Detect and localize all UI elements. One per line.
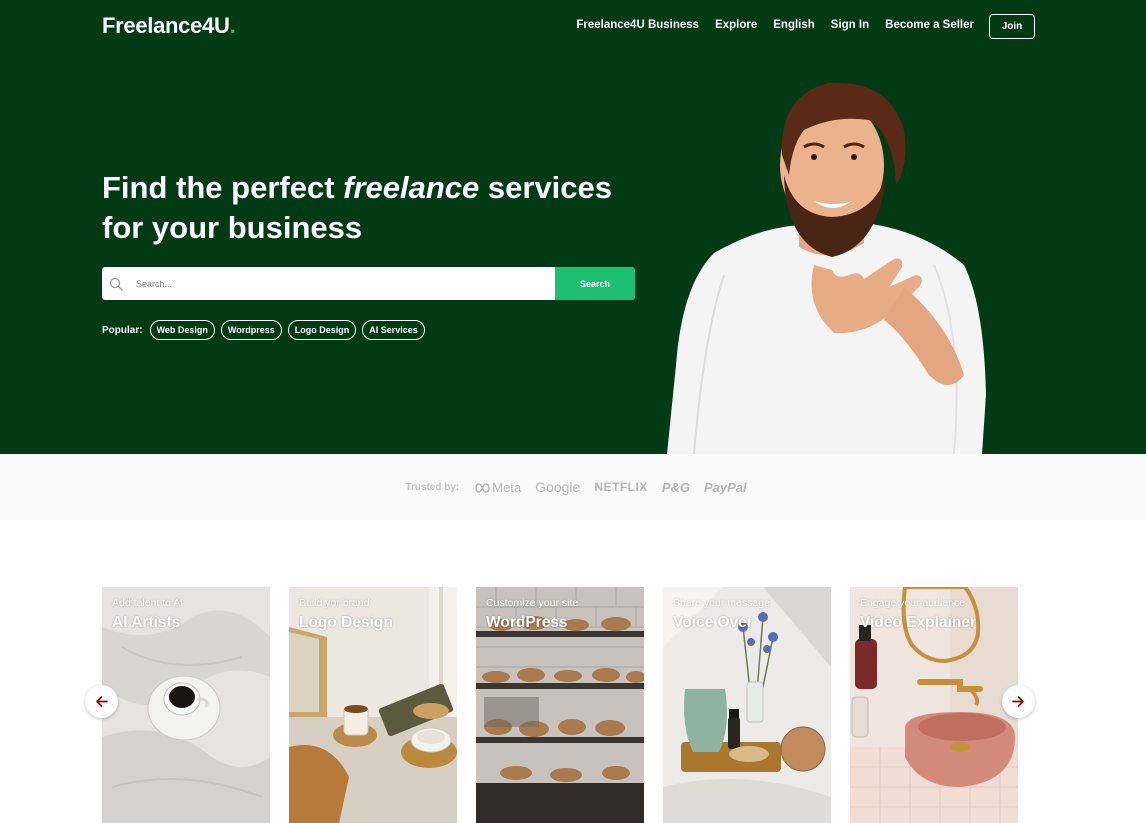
hero-person-image [667,82,986,454]
search-icon [109,277,123,291]
brand-logo-google: Google [535,479,581,495]
service-card-ai-artists[interactable]: Add talent to AI AI Artists [102,587,270,823]
popular-tag-web-design[interactable]: Web Design [149,320,215,340]
service-card-logo-design[interactable]: Build yor brand Logo Design [289,587,457,823]
card-subtitle: Share your message [673,597,770,609]
search-box [102,267,555,300]
carousel-prev-button[interactable] [85,685,118,718]
trusted-by-label: Trusted by: [405,481,460,493]
nav-become-seller-link[interactable]: Become a Seller [885,19,974,31]
headline-line-2: for your business [102,210,363,245]
arrow-right-icon [1012,696,1024,707]
logo[interactable]: Freelance4U. [102,13,236,39]
card-subtitle: Build yor brand [299,597,370,609]
brand-logo-netflix: NETFLIX [594,480,648,494]
card-subtitle: Customize your site [486,597,579,609]
popular-tag-wordpress[interactable]: Wordpress [220,320,282,340]
join-button[interactable]: Join [989,14,1035,39]
brand-logo-paypal: PayPal [703,479,747,495]
brand-logo-meta: Meta [474,480,521,495]
service-card-wordpress[interactable]: Customize your site WordPress [476,587,644,823]
trusted-by-bar: Trusted by: Meta Google NETFLIX P&G PayP… [0,454,1146,520]
search-bar: Search [102,267,635,300]
card-subtitle: Add talent to AI [112,597,184,609]
brand-meta-text: Meta [492,479,522,495]
brand-logo-pg: P&G [661,479,690,495]
meta-infinity-icon [475,482,491,493]
nav-signin-link[interactable]: Sign In [831,19,869,31]
trusted-by-list: Trusted by: Meta Google NETFLIX P&G PayP… [405,479,746,495]
card-title: WordPress [486,614,568,631]
card-title: Video Explainer [860,614,977,631]
headline-emphasis: freelance [343,170,480,205]
nav-business-link[interactable]: Freelance4U Business [576,19,699,31]
nav-explore-link[interactable]: Explore [715,19,757,31]
logo-text: Freelance4U [102,13,230,38]
popular-tag-logo-design[interactable]: Logo Design [287,320,357,340]
search-button[interactable]: Search [555,267,635,300]
card-title: Voice Over [673,614,753,631]
card-title: AI Artists [112,614,181,631]
popular-label: Popular: [102,324,143,336]
hero-headline: Find the perfect freelance services for … [102,168,662,248]
popular-tag-ai-services[interactable]: AI Services [362,320,425,340]
search-input[interactable] [136,278,516,289]
headline-pre: Find the perfect [102,170,344,205]
card-title: Logo Design [299,614,393,631]
service-card-video-explainer[interactable]: Engage your audience Video Explainer [850,587,1018,823]
card-subtitle: Engage your audience [860,597,966,609]
arrow-left-icon [96,696,108,707]
headline-post: services [479,170,613,205]
logo-dot: . [229,13,236,38]
nav-language-link[interactable]: English [773,19,815,31]
hero-section: Freelance4U. Freelance4U Business Explor… [0,0,1146,454]
service-card-voice-over[interactable]: Share your message Voice Over [663,587,831,823]
top-nav: Freelance4U Business Explore English Sig… [576,19,974,31]
headline-line-1: Find the perfect freelance services [102,168,662,208]
popular-tags: Popular: Web Design Wordpress Logo Desig… [102,320,425,340]
service-cards-carousel: Add talent to AI AI Artists Build yor br… [102,587,1018,823]
carousel-next-button[interactable] [1002,685,1035,718]
